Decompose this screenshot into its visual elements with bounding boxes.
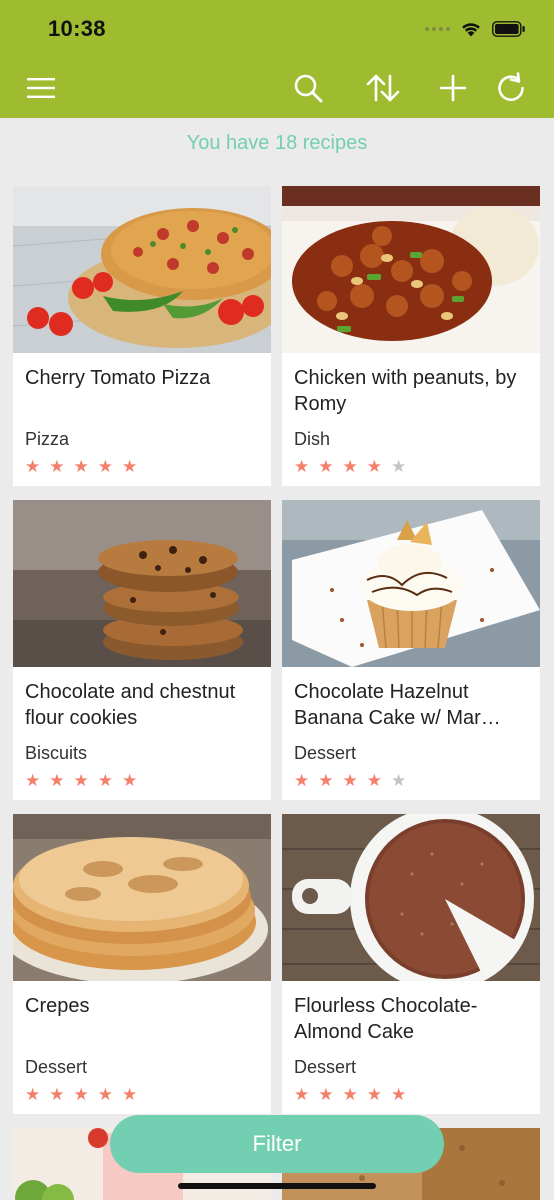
recipe-category: Dessert: [25, 1057, 88, 1077]
star-filled-icon: ★: [122, 1085, 138, 1104]
refresh-icon: [498, 72, 524, 101]
recipe-photo-cookies: [13, 500, 271, 667]
recipe-category: Dessert: [294, 1057, 357, 1077]
star-filled-icon: ★: [318, 771, 334, 790]
recipe-title: Flourless Chocolate-Almond Cake: [294, 995, 478, 1043]
rating-stars: ★ ★ ★ ★ ★: [25, 458, 137, 475]
add-button[interactable]: [435, 70, 471, 106]
rating-stars: ★ ★ ★ ★ ★: [294, 772, 406, 789]
recipe-card[interactable]: Cherry Tomato Pizza Pizza ★ ★ ★ ★ ★: [13, 186, 271, 486]
star-filled-icon: ★: [25, 1085, 41, 1104]
recipe-category: Dish: [294, 429, 331, 449]
refresh-button[interactable]: [493, 70, 529, 106]
add-icon: [439, 74, 467, 102]
cellular-icon: [425, 26, 450, 31]
star-filled-icon: ★: [366, 771, 382, 790]
star-filled-icon: ★: [294, 457, 310, 476]
star-filled-icon: ★: [342, 771, 358, 790]
star-filled-icon: ★: [391, 1085, 407, 1104]
star-filled-icon: ★: [97, 457, 113, 476]
star-filled-icon: ★: [366, 1085, 382, 1104]
star-filled-icon: ★: [122, 457, 138, 476]
star-filled-icon: ★: [49, 771, 65, 790]
recipe-photo-cupcake: [282, 500, 540, 667]
recipe-title: Crepes: [25, 995, 90, 1017]
recipe-card[interactable]: Chocolate and chestnut flour cookies Bis…: [13, 500, 271, 800]
recipe-card[interactable]: Chocolate Hazelnut Banana Cake w/ Mar… D…: [282, 500, 540, 800]
star-filled-icon: ★: [73, 771, 89, 790]
recipe-card[interactable]: Chicken with peanuts, by Romy Dish ★ ★ ★ ★ ★: [282, 186, 540, 486]
menu-icon: [27, 78, 55, 98]
star-filled-icon: ★: [366, 457, 382, 476]
rating-stars: ★ ★ ★ ★ ★: [294, 458, 406, 475]
menu-button[interactable]: [23, 70, 59, 106]
recipe-category: Biscuits: [25, 743, 88, 763]
recipe-card[interactable]: Flourless Chocolate-Almond Cake Dessert …: [282, 814, 540, 1114]
rating-stars: ★ ★ ★ ★ ★: [25, 1086, 137, 1103]
star-filled-icon: ★: [97, 771, 113, 790]
recipe-photo-pizza: [13, 186, 271, 353]
battery-icon: [492, 20, 525, 37]
status-bar: 10:38: [0, 0, 554, 60]
recipe-title: Chocolate and chestnut flour cookies: [25, 681, 236, 729]
recipe-title: Cherry Tomato Pizza: [25, 367, 211, 389]
search-button[interactable]: [290, 70, 326, 106]
star-filled-icon: ★: [318, 1085, 334, 1104]
star-filled-icon: ★: [294, 771, 310, 790]
star-empty-icon: ★: [391, 771, 407, 790]
home-indicator: [178, 1183, 376, 1189]
recipe-category: Pizza: [25, 429, 70, 449]
star-filled-icon: ★: [318, 457, 334, 476]
app-bar: [0, 60, 554, 118]
star-filled-icon: ★: [294, 1085, 310, 1104]
star-filled-icon: ★: [49, 457, 65, 476]
star-filled-icon: ★: [122, 771, 138, 790]
star-filled-icon: ★: [342, 1085, 358, 1104]
wifi-icon: [462, 23, 480, 37]
recipe-title: Chocolate Hazelnut Banana Cake w/ Mar…: [294, 681, 501, 729]
star-filled-icon: ★: [49, 1085, 65, 1104]
sort-button[interactable]: [365, 70, 401, 106]
star-empty-icon: ★: [391, 457, 407, 476]
recipe-photo-chicken: [282, 186, 540, 353]
status-icons: [425, 20, 526, 37]
star-filled-icon: ★: [73, 457, 89, 476]
recipe-count: You have 18 recipes: [186, 132, 368, 154]
status-time: 10:38: [48, 16, 106, 41]
star-filled-icon: ★: [25, 771, 41, 790]
sort-icon: [366, 74, 400, 102]
rating-stars: ★ ★ ★ ★ ★: [294, 1086, 406, 1103]
filter-button[interactable]: Filter: [110, 1115, 444, 1173]
star-filled-icon: ★: [25, 457, 41, 476]
recipe-card[interactable]: Crepes Dessert ★ ★ ★ ★ ★: [13, 814, 271, 1114]
recipe-title: Chicken with peanuts, by Romy: [294, 367, 517, 415]
recipe-photo-crepes: [13, 814, 271, 981]
star-filled-icon: ★: [342, 457, 358, 476]
star-filled-icon: ★: [97, 1085, 113, 1104]
recipe-category: Dessert: [294, 743, 357, 763]
star-filled-icon: ★: [73, 1085, 89, 1104]
recipe-photo-cake: [282, 814, 540, 981]
search-icon: [294, 74, 323, 103]
rating-stars: ★ ★ ★ ★ ★: [25, 772, 137, 789]
